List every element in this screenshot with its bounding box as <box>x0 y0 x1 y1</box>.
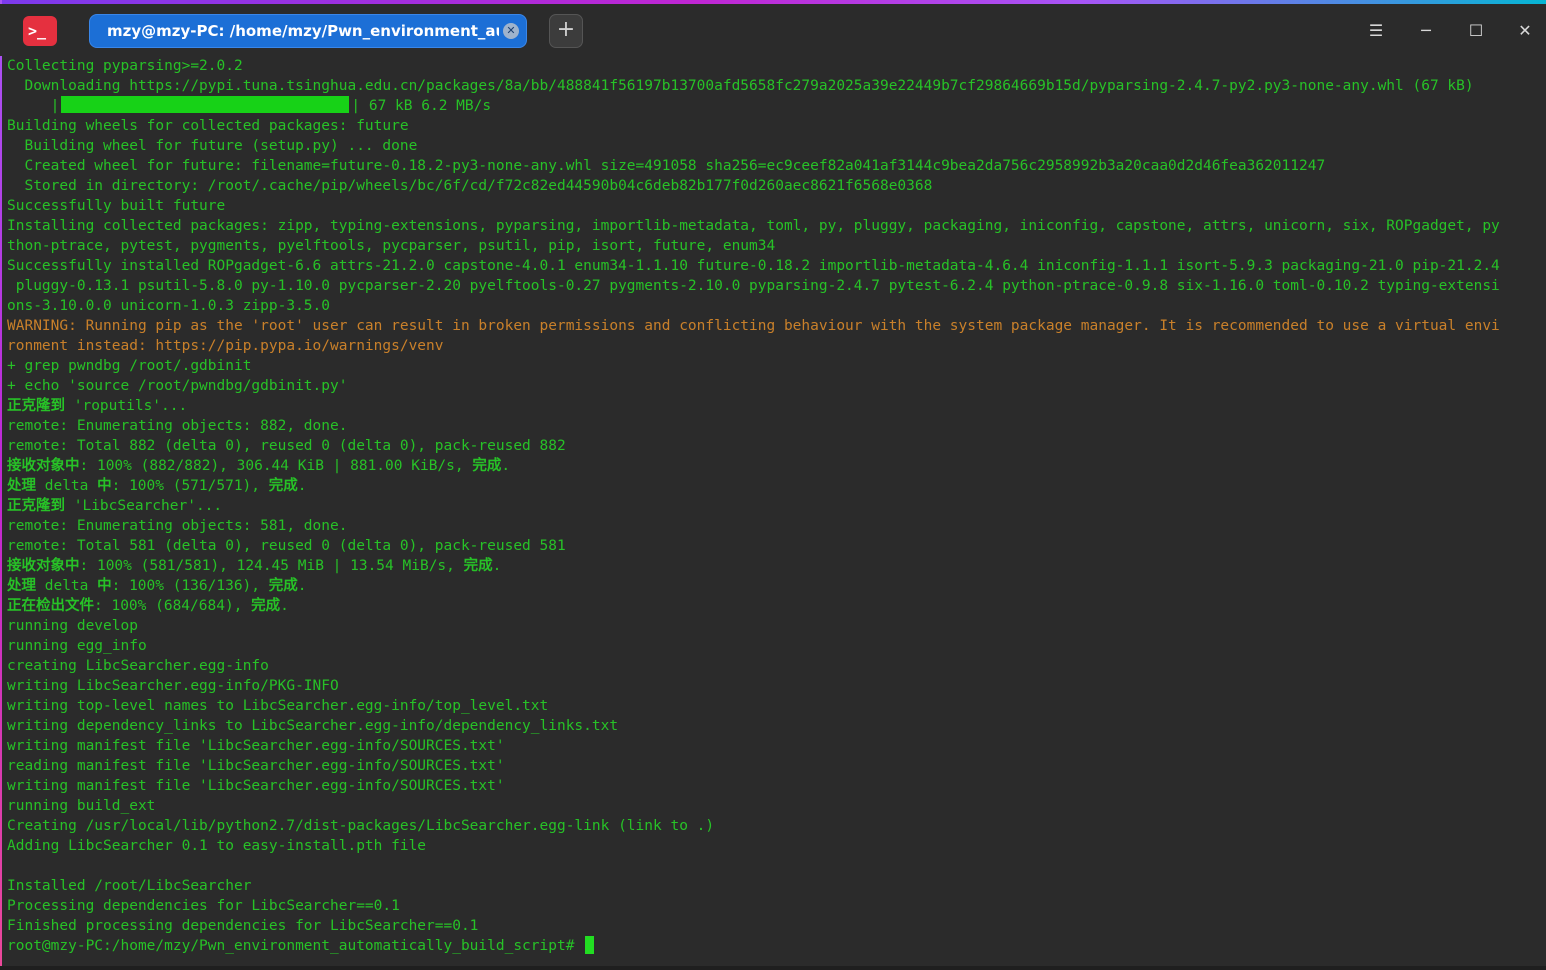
minimize-button[interactable]: ─ <box>1411 16 1441 46</box>
terminal-line: remote: Total 581 (delta 0), reused 0 (d… <box>7 538 566 554</box>
cjk-text: 正克隆到 <box>7 398 65 414</box>
terminal-line: 正克隆到 'roputils'... <box>7 396 1546 416</box>
terminal-line: Adding LibcSearcher 0.1 to easy-install.… <box>7 838 427 854</box>
terminal-line: Installing collected packages: zipp, typ… <box>7 218 1500 234</box>
progress-suffix: | 67 kB 6.2 MB/s <box>351 98 492 114</box>
terminal-line: remote: Enumerating objects: 882, done. <box>7 418 348 434</box>
warning-line: ronment instead: https://pip.pypa.io/war… <box>7 338 444 354</box>
maximize-button[interactable]: ☐ <box>1461 16 1491 46</box>
line-text: delta <box>36 478 98 494</box>
terminal-app-icon[interactable]: >_ <box>23 16 57 46</box>
cjk-text: 完成 <box>472 458 502 474</box>
line-text: . <box>297 478 307 494</box>
terminal-line: Successfully installed ROPgadget-6.6 att… <box>7 258 1500 274</box>
terminal-line: Downloading https://pypi.tuna.tsinghua.e… <box>7 78 1474 94</box>
line-text: 'LibcSearcher'... <box>65 498 223 514</box>
text-cursor <box>585 936 595 954</box>
terminal-line: remote: Total 882 (delta 0), reused 0 (d… <box>7 438 566 454</box>
tab-close-icon[interactable]: ✕ <box>503 23 519 39</box>
cjk-text: 中 <box>97 478 112 494</box>
terminal-line: Created wheel for future: filename=futur… <box>7 158 1326 174</box>
terminal-line: writing top-level names to LibcSearcher.… <box>7 698 549 714</box>
terminal-line: + echo 'source /root/pwndbg/gdbinit.py' <box>7 378 348 394</box>
terminal-line: 接收对象中: 100% (581/581), 124.45 MiB | 13.5… <box>7 556 1546 576</box>
terminal-line: thon-ptrace, pytest, pygments, pyelftool… <box>7 238 776 254</box>
terminal-line: writing manifest file 'LibcSearcher.egg-… <box>7 738 505 754</box>
cjk-text: 接收对象中 <box>7 458 80 474</box>
title-bar: >_ mzy@mzy-PC: /home/mzy/Pwn_environment… <box>0 4 1546 56</box>
terminal-line: 处理 delta 中: 100% (571/571), 完成. <box>7 476 1546 496</box>
cjk-text: 接收对象中 <box>7 558 80 574</box>
terminal-line: running build_ext <box>7 798 156 814</box>
terminal-line: Installed /root/LibcSearcher <box>7 878 252 894</box>
line-text: delta <box>36 578 98 594</box>
line-text: : 100% (684/684), <box>94 598 252 614</box>
terminal-line: 正克隆到 'LibcSearcher'... <box>7 496 1546 516</box>
terminal-line: 接收对象中: 100% (882/882), 306.44 KiB | 881.… <box>7 456 1546 476</box>
download-progress-bar <box>61 96 350 113</box>
line-text: : 100% (882/882), 306.44 KiB | 881.00 Ki… <box>79 458 473 474</box>
terminal-line: Creating /usr/local/lib/python2.7/dist-p… <box>7 818 715 834</box>
terminal-line: Processing dependencies for LibcSearcher… <box>7 898 400 914</box>
menu-icon[interactable]: ☰ <box>1361 16 1391 46</box>
terminal-line: creating LibcSearcher.egg-info <box>7 658 269 674</box>
line-text: . <box>492 558 502 574</box>
terminal-line: pluggy-0.13.1 psutil-5.8.0 py-1.10.0 pyc… <box>7 278 1500 294</box>
line-text: : 100% (136/136), <box>111 578 269 594</box>
terminal-line: ons-3.10.0.0 unicorn-1.0.3 zipp-3.5.0 <box>7 298 331 314</box>
terminal-line: running develop <box>7 618 138 634</box>
terminal-line: Stored in directory: /root/.cache/pip/wh… <box>7 178 933 194</box>
cjk-text: 完成 <box>268 578 298 594</box>
window-left-accent <box>0 0 2 970</box>
terminal-line: writing LibcSearcher.egg-info/PKG-INFO <box>7 678 339 694</box>
terminal-line: reading manifest file 'LibcSearcher.egg-… <box>7 758 505 774</box>
cjk-text: 完成 <box>463 558 493 574</box>
terminal-line: Collecting pyparsing>=2.0.2 <box>7 58 243 74</box>
line-text: : 100% (581/581), 124.45 MiB | 13.54 MiB… <box>79 558 464 574</box>
warning-line: WARNING: Running pip as the 'root' user … <box>7 318 1500 334</box>
cjk-text: 正克隆到 <box>7 498 65 514</box>
terminal-line: Building wheels for collected packages: … <box>7 118 409 134</box>
line-text: . <box>297 578 307 594</box>
terminal-line: + grep pwndbg /root/.gdbinit <box>7 358 252 374</box>
terminal-line: Building wheel for future (setup.py) ...… <box>7 138 418 154</box>
terminal-line: 正在检出文件: 100% (684/684), 完成. <box>7 596 1546 616</box>
terminal-line: writing dependency_links to LibcSearcher… <box>7 718 619 734</box>
shell-prompt-line[interactable]: root@mzy-PC:/home/mzy/Pwn_environment_au… <box>7 936 1546 956</box>
cjk-text: 完成 <box>268 478 298 494</box>
progress-prefix: | <box>7 98 60 114</box>
line-text: . <box>501 458 511 474</box>
window-bottom-edge <box>0 966 1546 970</box>
cjk-text: 处理 <box>7 478 36 494</box>
terminal-line: writing manifest file 'LibcSearcher.egg-… <box>7 778 505 794</box>
line-text: 'roputils'... <box>65 398 188 414</box>
terminal-output[interactable]: Collecting pyparsing>=2.0.2 Downloading … <box>7 56 1546 966</box>
terminal-line: running egg_info <box>7 638 147 654</box>
terminal-line: Finished processing dependencies for Lib… <box>7 918 479 934</box>
line-text: . <box>280 598 289 614</box>
shell-prompt: root@mzy-PC:/home/mzy/Pwn_environment_au… <box>7 938 584 954</box>
new-tab-button[interactable]: + <box>549 14 583 48</box>
terminal-line: 处理 delta 中: 100% (136/136), 完成. <box>7 576 1546 596</box>
tab-title: mzy@mzy-PC: /home/mzy/Pwn_environment_au… <box>107 22 499 40</box>
cjk-text: 中 <box>97 578 112 594</box>
line-text: : 100% (571/571), <box>111 478 269 494</box>
terminal-line: remote: Enumerating objects: 581, done. <box>7 518 348 534</box>
cjk-text: 完成 <box>251 598 281 614</box>
terminal-line: Successfully built future <box>7 198 226 214</box>
tab-terminal-session[interactable]: mzy@mzy-PC: /home/mzy/Pwn_environment_au… <box>89 14 527 48</box>
close-button[interactable]: ✕ <box>1510 16 1540 46</box>
cjk-text: 正在检出文件 <box>7 598 94 614</box>
cjk-text: 处理 <box>7 578 36 594</box>
download-progress-line: | | 67 kB 6.2 MB/s <box>7 96 1546 116</box>
